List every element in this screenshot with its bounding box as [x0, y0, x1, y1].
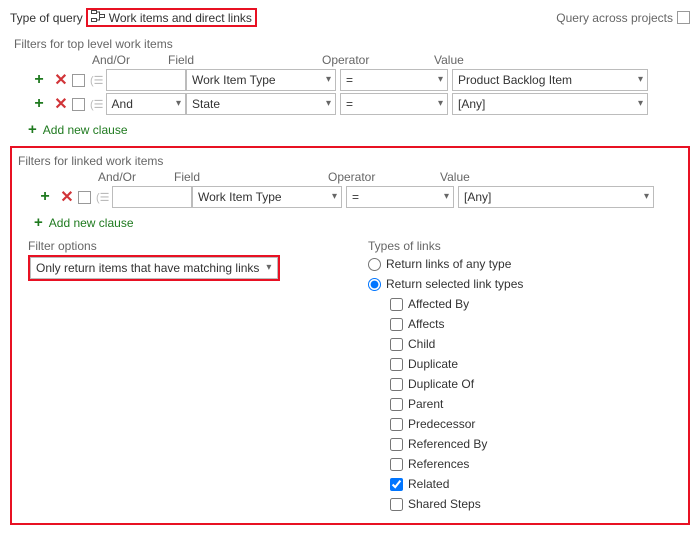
- group-icon: (☰: [90, 74, 104, 87]
- link-type-label: Parent: [408, 397, 443, 411]
- plus-icon: +: [34, 214, 43, 231]
- chevron-down-icon: ▾: [444, 187, 449, 207]
- group-icon: (☰: [90, 98, 104, 111]
- add-new-clause-link[interactable]: +Add new clause: [34, 214, 684, 231]
- link-type-label: Duplicate Of: [408, 377, 474, 391]
- type-of-query-label: Type of query: [10, 11, 83, 25]
- section-title: Filters for linked work items: [18, 154, 684, 168]
- chevron-down-icon: ▾: [332, 187, 337, 207]
- link-type-duplicate[interactable]: Duplicate: [390, 355, 684, 373]
- clause-checkbox[interactable]: [72, 74, 85, 87]
- link-type-label: Child: [408, 337, 435, 351]
- clause-checkbox[interactable]: [78, 191, 91, 204]
- link-type-duplicate-of[interactable]: Duplicate Of: [390, 375, 684, 393]
- link-type-label: Affects: [408, 317, 444, 331]
- linked-filters-panel: Filters for linked work items And/Or Fie…: [10, 146, 690, 525]
- add-new-clause-link[interactable]: +Add new clause: [28, 121, 690, 138]
- operator-select[interactable]: =▾: [340, 69, 448, 91]
- col-field: Field: [168, 53, 322, 67]
- col-andor: And/Or: [78, 170, 174, 184]
- operator-select[interactable]: =▾: [340, 93, 448, 115]
- clause-checkbox[interactable]: [72, 98, 85, 111]
- link-type-label: Related: [408, 477, 449, 491]
- delete-clause-button[interactable]: ✕: [50, 93, 72, 115]
- link-type-affects[interactable]: Affects: [390, 315, 684, 333]
- chevron-down-icon: ▾: [438, 94, 443, 114]
- chevron-down-icon: ▾: [438, 70, 443, 90]
- field-select[interactable]: Work Item Type▾: [192, 186, 342, 208]
- chevron-down-icon: ▾: [638, 70, 643, 90]
- link-type-references[interactable]: References: [390, 455, 684, 473]
- value-select[interactable]: [Any]▾: [452, 93, 648, 115]
- operator-select[interactable]: =▾: [346, 186, 454, 208]
- link-type-label: Shared Steps: [408, 497, 481, 511]
- radio-any-type[interactable]: Return links of any type: [368, 255, 684, 273]
- add-clause-button[interactable]: +: [28, 69, 50, 91]
- link-type-affected-by[interactable]: Affected By: [390, 295, 684, 313]
- link-type-predecessor[interactable]: Predecessor: [390, 415, 684, 433]
- chevron-down-icon: ▾: [326, 70, 331, 90]
- query-type-icon: [91, 10, 105, 25]
- andor-select[interactable]: [112, 186, 192, 208]
- query-type-selector[interactable]: Work items and direct links: [86, 8, 257, 27]
- types-of-links-label: Types of links: [368, 239, 684, 253]
- value-select[interactable]: [Any]▾: [458, 186, 654, 208]
- link-type-shared-steps[interactable]: Shared Steps: [390, 495, 684, 513]
- col-value: Value: [440, 170, 636, 184]
- link-type-label: Affected By: [408, 297, 469, 311]
- col-field: Field: [174, 170, 328, 184]
- delete-clause-button[interactable]: ✕: [56, 186, 78, 208]
- filter-options-select[interactable]: Only return items that have matching lin…: [30, 257, 278, 279]
- chevron-down-icon: ▾: [266, 258, 271, 278]
- andor-select[interactable]: And▾: [106, 93, 186, 115]
- field-select[interactable]: Work Item Type▾: [186, 69, 336, 91]
- col-value: Value: [434, 53, 630, 67]
- add-clause-button[interactable]: +: [28, 93, 50, 115]
- link-type-label: Duplicate: [408, 357, 458, 371]
- col-operator: Operator: [328, 170, 440, 184]
- chevron-down-icon: ▾: [638, 94, 643, 114]
- chevron-down-icon: ▾: [326, 94, 331, 114]
- group-icon: (☰: [96, 191, 110, 204]
- link-type-referenced-by[interactable]: Referenced By: [390, 435, 684, 453]
- field-select[interactable]: State▾: [186, 93, 336, 115]
- andor-select[interactable]: [106, 69, 186, 91]
- col-andor: And/Or: [72, 53, 168, 67]
- link-type-label: References: [408, 457, 469, 471]
- cross-projects-label: Query across projects: [556, 11, 673, 25]
- plus-icon: +: [28, 121, 37, 138]
- link-type-parent[interactable]: Parent: [390, 395, 684, 413]
- chevron-down-icon: ▾: [176, 94, 181, 114]
- link-type-child[interactable]: Child: [390, 335, 684, 353]
- delete-clause-button[interactable]: ✕: [50, 69, 72, 91]
- link-type-related[interactable]: Related: [390, 475, 684, 493]
- add-clause-button[interactable]: +: [34, 186, 56, 208]
- link-type-label: Predecessor: [408, 417, 475, 431]
- section-title: Filters for top level work items: [14, 37, 690, 51]
- filter-options-label: Filter options: [28, 239, 338, 253]
- chevron-down-icon: ▾: [644, 187, 649, 207]
- col-operator: Operator: [322, 53, 434, 67]
- query-type-value: Work items and direct links: [109, 11, 252, 25]
- cross-projects-checkbox[interactable]: [677, 11, 690, 24]
- radio-selected-types[interactable]: Return selected link types: [368, 275, 684, 293]
- value-select[interactable]: Product Backlog Item▾: [452, 69, 648, 91]
- link-type-label: Referenced By: [408, 437, 487, 451]
